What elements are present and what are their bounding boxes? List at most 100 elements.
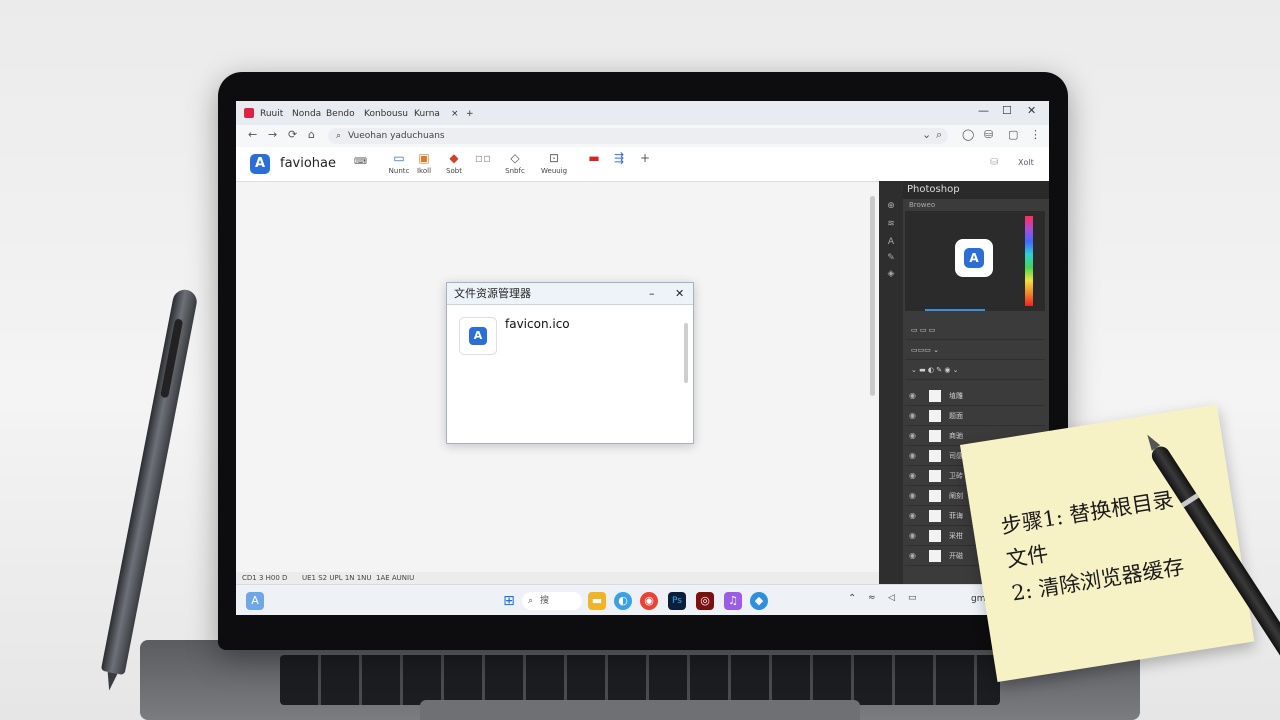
maximize-window-button[interactable]: ☐ xyxy=(1002,104,1012,117)
more-menu-icon[interactable]: ⋮ xyxy=(1030,128,1041,141)
ps-brush-tool-icon[interactable]: ✎ xyxy=(885,253,897,265)
status-item: CD1 3 H00 D xyxy=(242,574,288,582)
eye-icon[interactable]: ◉ xyxy=(909,427,916,445)
photoshop-icon[interactable]: Ps xyxy=(668,592,686,610)
status-bar: CD1 3 H00 D UE1 S2 UPL 1N 1NU 1AE AUNIU xyxy=(236,572,879,584)
new-tab-button[interactable]: + xyxy=(466,105,474,123)
dialog-titlebar: 文件资源管理器 – ✕ xyxy=(447,283,693,305)
layer-thumbnail xyxy=(929,510,941,522)
eye-icon[interactable]: ◉ xyxy=(909,447,916,465)
eye-icon[interactable]: ◉ xyxy=(909,547,916,565)
layer-thumbnail xyxy=(929,490,941,502)
ps-layer-row[interactable]: ◉ 题面 xyxy=(905,407,1045,426)
eye-icon[interactable]: ◉ xyxy=(909,487,916,505)
tool-add[interactable]: + xyxy=(632,151,658,167)
tray-battery-icon[interactable]: ▭ xyxy=(908,593,917,603)
ps-layer-row[interactable]: ◉ 埴雕 xyxy=(905,387,1045,406)
refresh-icon[interactable]: ⟳ xyxy=(288,128,297,141)
app-icon[interactable]: ◆ xyxy=(750,592,768,610)
start-icon[interactable]: ⊞ xyxy=(500,592,518,610)
grid-icon: ▫▫ xyxy=(474,151,492,165)
eye-icon[interactable]: ◉ xyxy=(909,527,916,545)
status-item: UE1 S2 UPL 1N 1NU xyxy=(302,574,372,582)
frame-icon: ⊡ xyxy=(548,151,560,165)
dialog-scrollbar[interactable] xyxy=(684,323,688,383)
ps-navigator: A xyxy=(905,211,1045,311)
dialog-title: 文件资源管理器 xyxy=(454,287,531,300)
ps-panel-tabs[interactable]: ▭ ▭ ▭ xyxy=(905,321,1045,340)
forward-icon[interactable]: → xyxy=(268,128,277,141)
search-icon[interactable]: ⌕ xyxy=(936,128,942,142)
ps-lasso-tool-icon[interactable]: ≋ xyxy=(885,219,897,231)
close-window-button[interactable]: ✕ xyxy=(1027,104,1036,117)
plus-icon: + xyxy=(639,151,651,165)
file-name[interactable]: favicon.ico xyxy=(505,317,570,331)
tool-sobt[interactable]: ◆ Sobt xyxy=(441,151,467,175)
dialog-minimize-button[interactable]: – xyxy=(649,283,655,304)
tool-weuuig[interactable]: ⊡ Weuuig xyxy=(541,151,567,175)
brand-logo-icon: A xyxy=(250,154,270,174)
tab-5[interactable]: Kurna xyxy=(414,105,440,123)
ps-shape-tool-icon[interactable]: ◈ xyxy=(885,269,897,281)
url-text: Vueohan yaduchuans xyxy=(348,131,445,141)
canvas-scrollbar[interactable] xyxy=(870,196,875,396)
url-dropdown-icon[interactable]: ⌄ xyxy=(922,128,931,141)
tool-badge[interactable]: ▬ xyxy=(581,151,607,167)
widgets-icon[interactable]: A xyxy=(246,592,264,610)
tab-1[interactable]: Ruuit xyxy=(260,105,283,123)
eye-icon[interactable]: ◉ xyxy=(909,387,916,405)
tab-3[interactable]: Bendo xyxy=(326,105,355,123)
layer-thumbnail xyxy=(929,550,941,562)
trackpad xyxy=(420,700,860,720)
url-search-icon: ⌕ xyxy=(336,131,342,141)
chat-icon[interactable]: ▢ xyxy=(1008,128,1018,141)
minimize-window-button[interactable]: — xyxy=(978,104,989,117)
file-explorer-icon[interactable]: ▬ xyxy=(588,592,606,610)
favicon-file-tile[interactable]: A xyxy=(459,317,497,355)
ps-title: Photoshop xyxy=(907,184,960,195)
lock-icon[interactable]: ⛁ xyxy=(984,128,993,141)
eye-icon[interactable]: ◉ xyxy=(909,407,916,425)
ps-color-spectrum[interactable] xyxy=(1025,216,1033,306)
music-app-icon[interactable]: ♫ xyxy=(724,592,742,610)
tab-2[interactable]: Nonda xyxy=(292,105,321,123)
keyboard-icon[interactable]: ⌨ xyxy=(354,157,367,167)
ps-text-tool-icon[interactable]: A xyxy=(885,237,897,249)
media-app-icon[interactable]: ◎ xyxy=(696,592,714,610)
edge-icon[interactable]: ◐ xyxy=(614,592,632,610)
tool-nuntc[interactable]: ▭ Nuntc xyxy=(386,151,412,175)
back-icon[interactable]: ← xyxy=(248,128,257,141)
tool-snbfc[interactable]: ◇ Snbfc xyxy=(502,151,528,175)
ps-zoom-slider[interactable] xyxy=(925,309,985,311)
chrome-icon[interactable]: ◉ xyxy=(640,592,658,610)
ps-move-tool-icon[interactable]: ⊕ xyxy=(885,201,897,213)
tool-share[interactable]: ⇶ xyxy=(606,151,632,167)
home-icon[interactable]: ⌂ xyxy=(308,128,315,141)
tool-ikoll[interactable]: ▣ Ikoll xyxy=(411,151,437,175)
tray-network-icon[interactable]: ≈ xyxy=(868,593,876,603)
pen-ring xyxy=(1181,493,1199,508)
stylus-pen xyxy=(100,287,199,676)
ps-preview-logo-icon: A xyxy=(964,248,984,268)
url-field[interactable]: ⌕ Vueohan yaduchuans xyxy=(328,128,948,144)
eye-icon[interactable]: ◉ xyxy=(909,507,916,525)
laptop-screen: Ruuit Nonda Bendo Konbousu Kurna × + — ☐… xyxy=(236,101,1049,615)
dialog-close-button[interactable]: ✕ xyxy=(675,283,684,304)
lock-toolbar-icon[interactable]: ⛁ xyxy=(990,157,998,168)
tab-close-button[interactable]: × xyxy=(451,105,459,123)
ps-tool-strip: ⊕ ≋ A ✎ ◈ xyxy=(879,181,903,584)
ps-blend-mode-row[interactable]: ▭▭▭ ⌄ xyxy=(905,341,1045,360)
layer-thumbnail xyxy=(929,410,941,422)
layer-thumbnail xyxy=(929,470,941,482)
layer-thumbnail xyxy=(929,530,941,542)
tool-grid[interactable]: ▫▫ xyxy=(470,151,496,167)
ps-layer-controls[interactable]: ⌄ ▬ ◐ ✎ ◉ ⌄ xyxy=(905,361,1045,380)
tray-chevron-icon[interactable]: ⌃ xyxy=(848,593,856,604)
extensions-icon[interactable]: ◯ xyxy=(962,128,974,141)
tray-volume-icon[interactable]: ◁ xyxy=(888,593,895,603)
toolbar-right-label[interactable]: Xolt xyxy=(1018,158,1034,167)
diamond-icon: ◇ xyxy=(510,151,520,165)
eye-icon[interactable]: ◉ xyxy=(909,467,916,485)
taskbar-search[interactable]: ⌕ 搜 xyxy=(522,592,582,610)
tab-4[interactable]: Konbousu xyxy=(364,105,408,123)
